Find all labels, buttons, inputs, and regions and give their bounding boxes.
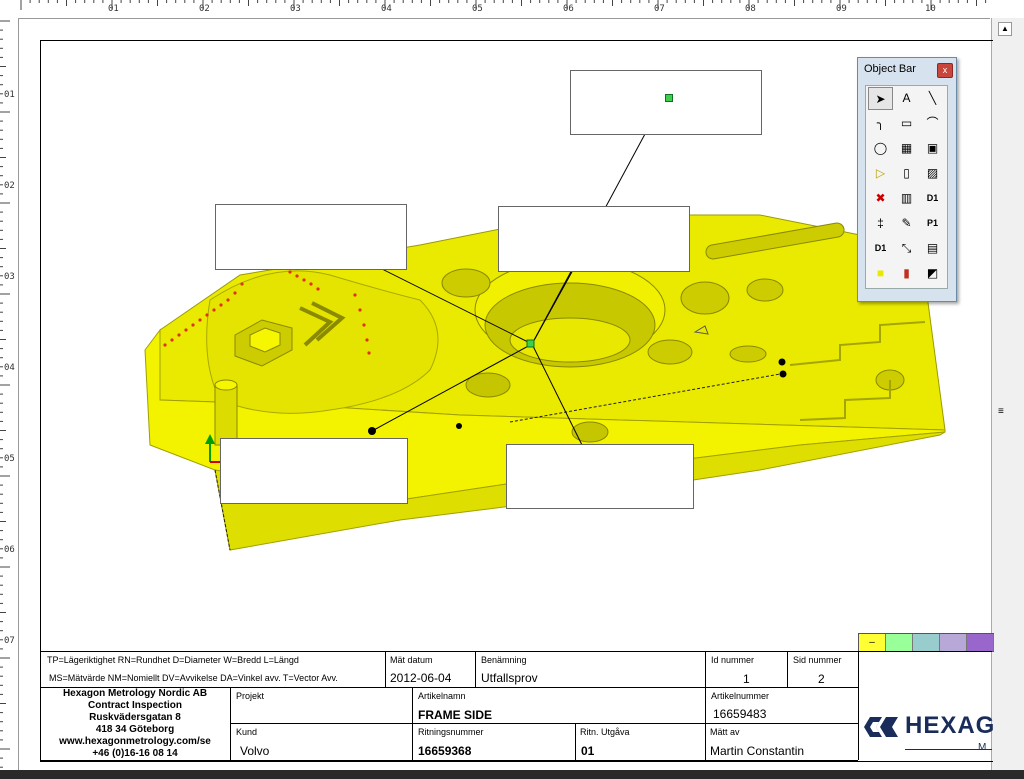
dimension-table-tool-icon[interactable]: ▥	[894, 187, 919, 210]
artikelnummer-label: Artikelnummer	[711, 691, 770, 701]
object-bar-titlebar[interactable]: Object Bar x	[858, 58, 956, 78]
text-tool-icon[interactable]: A	[894, 87, 919, 110]
ritn-utgava-label: Ritn. Utgåva	[580, 727, 630, 737]
line-tool-icon[interactable]: ╲	[920, 87, 945, 110]
bar-chart-tool-icon[interactable]: ▮	[894, 262, 919, 285]
company-address-block: Hexagon Metrology Nordic AB Contract Ins…	[40, 688, 230, 760]
company-phone: +46 (0)16-16 08 14	[92, 748, 178, 759]
matt-av-value: Martin Constantin	[710, 744, 805, 758]
projekt-label: Projekt	[236, 691, 265, 701]
object-bar-title: Object Bar	[864, 63, 916, 75]
tb-line	[230, 723, 858, 724]
hexagon-logo-icon	[864, 717, 898, 737]
gauge-tool-icon[interactable]: ‡	[868, 212, 893, 235]
p1-value-tool-icon[interactable]: P1	[920, 212, 945, 235]
id-nummer-value: 1	[743, 672, 750, 686]
shading-tool-icon[interactable]: ◩	[920, 262, 945, 285]
pointer-tool-icon[interactable]: ➤	[868, 87, 893, 110]
leader-anchor-handle[interactable]	[526, 339, 535, 348]
benamning-label: Benämning	[481, 655, 527, 665]
horizontal-scrollbar[interactable]	[0, 770, 1024, 779]
ellipse-tool-icon[interactable]: ◯	[868, 137, 893, 160]
tb-line	[575, 723, 576, 760]
yellow-box-tool-icon[interactable]: ■	[868, 262, 893, 285]
tb-line	[787, 651, 788, 687]
d1-list-tool-icon[interactable]: D1	[868, 237, 893, 260]
legend-line-1: TP=Lägeriktighet RN=Rundhet D=Diameter W…	[47, 655, 299, 665]
matt-av-label: Mätt av	[710, 727, 740, 737]
tb-line	[858, 651, 859, 760]
ritningsnummer-label: Ritningsnummer	[418, 727, 484, 737]
artikelnamn-label: Artikelnamn	[418, 691, 466, 701]
kund-value: Volvo	[240, 744, 270, 758]
d1-tool-icon[interactable]: D1	[920, 187, 945, 210]
stop-tool-icon[interactable]: ✖	[868, 187, 893, 210]
callout-box-center[interactable]	[498, 206, 690, 272]
comment-tool-icon[interactable]: ✎	[894, 212, 919, 235]
company-web: www.hexagonmetrology.com/se	[59, 736, 211, 747]
cad-model-view[interactable]	[0, 0, 990, 640]
arc-tool-icon[interactable]: ⌒	[920, 112, 945, 135]
sid-nummer-value: 2	[818, 672, 825, 686]
mat-datum-label: Mät datum	[390, 655, 433, 665]
rectangle-tool-icon[interactable]: ▭	[894, 112, 919, 135]
sid-nummer-label: Sid nummer	[793, 655, 842, 665]
callout-handle[interactable]	[665, 94, 673, 102]
logo-subtext: M	[978, 742, 987, 753]
benamning-value: Utfallsprov	[481, 671, 538, 685]
artikelnummer-value: 16659483	[713, 707, 767, 721]
cad-image-tool-icon[interactable]: ▣	[920, 137, 945, 160]
tb-line	[230, 687, 231, 760]
color-swatch[interactable]: –	[859, 634, 886, 651]
kund-label: Kund	[236, 727, 258, 737]
color-swatch[interactable]	[967, 634, 994, 651]
callout-box-left[interactable]	[215, 204, 407, 270]
tb-line	[705, 651, 706, 760]
legend-line-2: MS=Mätvärde NM=Nomiellt DV=Avvikelse DA=…	[49, 673, 338, 683]
button-tool-icon[interactable]: ▯	[894, 162, 919, 185]
object-bar-window[interactable]: Object Bar x ➤ A ╲ ╮ ▭ ⌒ ◯ ▦ ▣ ▷ ▯ ▨ ✖ ▥ D1 ‡ ✎ P1 D1 ⤡ ▤ ■ ▮ ◩	[857, 57, 957, 302]
histogram-tool-icon[interactable]: ▤	[920, 237, 945, 260]
logo-rule	[905, 749, 992, 750]
tb-line	[40, 651, 992, 652]
scroll-up-arrow-icon[interactable]: ▲	[998, 22, 1012, 36]
object-bar-tools: ➤ A ╲ ╮ ▭ ⌒ ◯ ▦ ▣ ▷ ▯ ▨ ✖ ▥ D1 ‡ ✎ P1 D1 ⤡ ▤ ■ ▮ ◩	[865, 85, 948, 289]
tb-line	[475, 651, 476, 687]
logo-wordmark: HEXAG	[905, 712, 996, 739]
calculator-tool-icon[interactable]: ▦	[894, 137, 919, 160]
tb-line	[40, 760, 858, 761]
scroll-grip-icon[interactable]: ≡	[998, 406, 1004, 417]
tb-line	[412, 687, 413, 760]
callout-box-bottom-left[interactable]	[220, 438, 408, 504]
connector-line-tool-icon[interactable]: ╮	[868, 112, 893, 135]
company-dept: Contract Inspection	[88, 700, 182, 711]
tb-line	[385, 651, 386, 687]
color-swatch[interactable]	[940, 634, 967, 651]
axis-tool-icon[interactable]: ⤡	[894, 237, 919, 260]
id-nummer-label: Id nummer	[711, 655, 755, 665]
play-tool-icon[interactable]: ▷	[868, 162, 893, 185]
artikelnamn-value: FRAME SIDE	[418, 708, 493, 722]
ritn-utgava-value: 01	[581, 744, 595, 758]
callout-box-top[interactable]	[570, 70, 762, 135]
company-city: 418 34 Göteborg	[95, 724, 175, 735]
company-street: Ruskvädersgatan 8	[89, 712, 181, 723]
mat-datum-value: 2012-06-04	[390, 671, 452, 685]
company-name: Hexagon Metrology Nordic AB	[62, 688, 208, 699]
close-icon[interactable]: x	[937, 63, 953, 78]
color-swatch-bar: –	[858, 633, 994, 652]
color-swatch[interactable]	[913, 634, 940, 651]
grid-tool-icon[interactable]: ▨	[920, 162, 945, 185]
callout-box-bottom-right[interactable]	[506, 444, 694, 509]
color-swatch[interactable]	[886, 634, 913, 651]
ritningsnummer-value: 16659368	[418, 744, 472, 758]
vertical-scrollbar[interactable]: ▲ ≡	[991, 18, 1024, 770]
